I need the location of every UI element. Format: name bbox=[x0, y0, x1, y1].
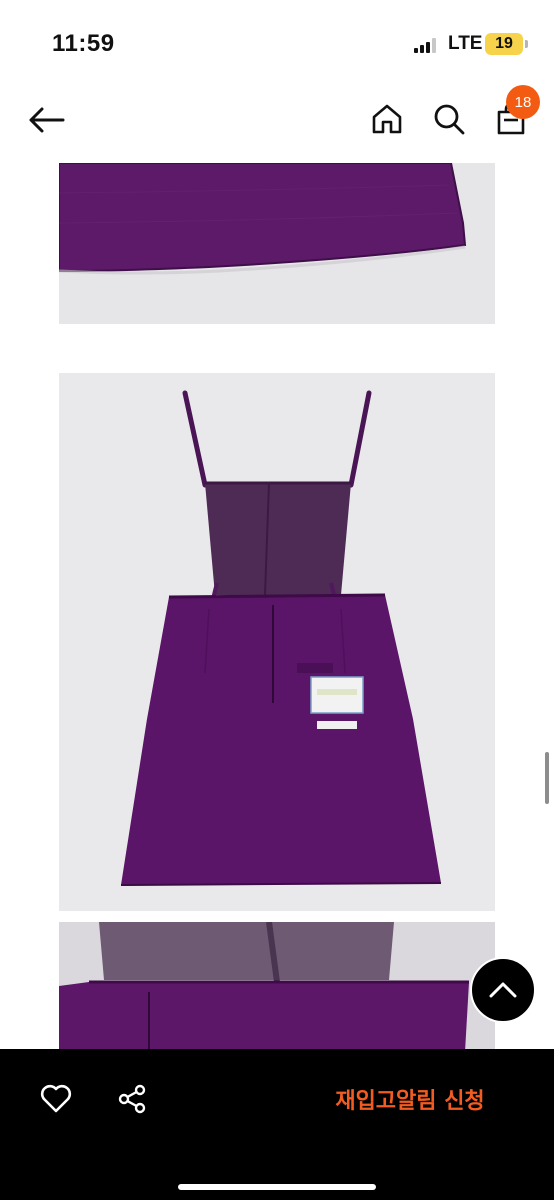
share-icon bbox=[118, 1084, 146, 1114]
top-navigation bbox=[0, 80, 554, 160]
product-image-detail[interactable] bbox=[59, 922, 495, 1052]
cart-count-badge: 18 bbox=[506, 85, 540, 119]
like-button[interactable] bbox=[36, 1079, 76, 1119]
product-image-hem[interactable] bbox=[59, 163, 495, 324]
search-button[interactable] bbox=[428, 98, 470, 140]
dress-detail-illustration bbox=[59, 922, 495, 1052]
bottom-action-bar: 재입고알림 신청 bbox=[0, 1049, 554, 1200]
status-bar: 11:59 LTE 19 bbox=[0, 0, 554, 80]
search-icon bbox=[434, 104, 465, 135]
scroll-to-top-button[interactable] bbox=[470, 957, 536, 1023]
battery-level: 19 bbox=[495, 35, 513, 52]
home-button[interactable] bbox=[366, 98, 408, 140]
battery-tip bbox=[525, 40, 528, 48]
dress-illustration bbox=[59, 373, 495, 911]
share-button[interactable] bbox=[112, 1079, 152, 1119]
restock-alert-button[interactable]: 재입고알림 신청 bbox=[310, 1079, 510, 1119]
skirt-hem-illustration bbox=[59, 163, 495, 324]
back-button[interactable] bbox=[24, 100, 68, 140]
signal-icon bbox=[414, 37, 438, 53]
scrollbar[interactable] bbox=[545, 752, 549, 804]
heart-icon bbox=[40, 1084, 72, 1113]
battery-icon: 19 bbox=[485, 33, 523, 55]
home-icon bbox=[372, 104, 402, 134]
home-indicator bbox=[178, 1184, 376, 1190]
chevron-up-icon bbox=[489, 982, 517, 998]
arrow-left-icon bbox=[29, 107, 65, 133]
network-label: LTE bbox=[448, 33, 483, 54]
status-time: 11:59 bbox=[52, 30, 115, 57]
product-image-dress[interactable] bbox=[59, 373, 495, 911]
